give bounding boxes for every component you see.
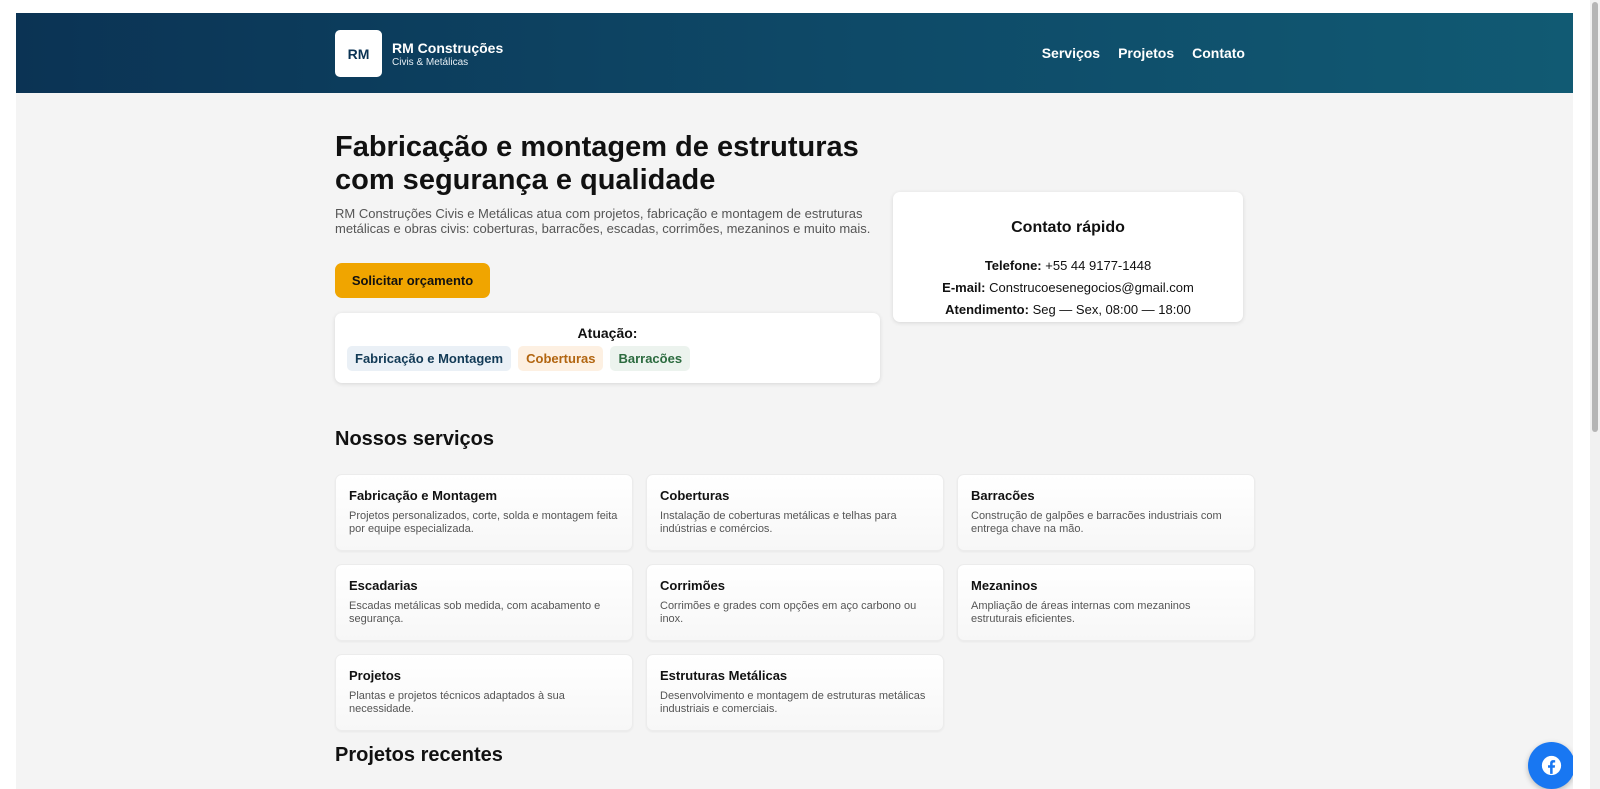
logo[interactable]: RM (335, 30, 382, 77)
contact-phone-value[interactable]: +55 44 9177-1448 (1045, 258, 1151, 273)
hero-title: Fabricação e montagem de estruturas com … (335, 131, 895, 197)
service-card-desc: Instalação de coberturas metálicas e tel… (660, 510, 897, 535)
service-card-desc: Desenvolvimento e montagem de estruturas… (660, 690, 926, 715)
service-card-title: Barracões (971, 488, 1035, 503)
hero-title-line-1: Fabricação e montagem de estruturas (335, 131, 859, 163)
contact-email-value[interactable]: Construcoesenegocios@gmail.com (989, 280, 1194, 295)
service-card: Fabricação e Montagem Projetos personali… (335, 474, 633, 551)
service-card: Corrimões Corrimões e grades com opções … (646, 564, 944, 641)
atuacao-card: Atuação: Fabricação e Montagem Cobertura… (335, 313, 880, 383)
service-card-desc: Escadas metálicas sob medida, com acabam… (349, 600, 601, 625)
contact-hours-label: Atendimento: (945, 302, 1029, 317)
projects-title: Projetos recentes (335, 744, 503, 766)
hero-title-line-2: com segurança e qualidade (335, 164, 716, 196)
service-card: Escadarias Escadas metálicas sob medida,… (335, 564, 633, 641)
service-card-title: Mezaninos (971, 578, 1038, 593)
service-card: Coberturas Instalação de coberturas metá… (646, 474, 944, 551)
service-card-desc: Ampliação de áreas internas com mezanino… (971, 600, 1191, 625)
service-card-title: Escadarias (349, 578, 418, 593)
service-card: Mezaninos Ampliação de áreas internas co… (957, 564, 1255, 641)
nav-link-servicos[interactable]: Serviços (1042, 45, 1100, 61)
brand-tagline: Civis & Metálicas (392, 57, 469, 68)
tag-fabricacao: Fabricação e Montagem (347, 346, 512, 371)
contact-phone: Telefone: +55 44 9177-1448 (893, 258, 1243, 273)
scrollbar-thumb[interactable] (1592, 2, 1598, 432)
contact-hours-value: Seg — Sex, 08:00 — 18:00 (1032, 302, 1191, 317)
service-card: Barracões Construção de galpões e barrac… (957, 474, 1255, 551)
service-card-desc: Projetos personalizados, corte, solda e … (349, 510, 618, 535)
brand-name: RM Construções (392, 40, 504, 56)
quick-contact-title: Contato rápido (1011, 219, 1125, 236)
contact-hours: Atendimento: Seg — Sex, 08:00 — 18:00 (893, 302, 1243, 317)
quick-contact-card: Contato rápido Telefone: +55 44 9177-144… (893, 192, 1243, 322)
service-card-title: Coberturas (660, 488, 730, 503)
nav-link-contato[interactable]: Contato (1192, 45, 1245, 61)
service-card-title: Corrimões (660, 578, 726, 593)
atuacao-title: Atuação: (577, 325, 638, 341)
contact-email: E-mail: Construcoesenegocios@gmail.com (893, 280, 1243, 295)
nav-link-projetos[interactable]: Projetos (1118, 45, 1174, 61)
atuacao-tags: Fabricação e Montagem Coberturas Barracõ… (347, 346, 691, 371)
service-card-desc: Construção de galpões e barracões indust… (971, 510, 1222, 535)
service-card-title: Estruturas Metálicas (660, 668, 788, 683)
scrollbar[interactable] (1590, 0, 1600, 789)
request-quote-button[interactable]: Solicitar orçamento (335, 263, 490, 298)
services-title: Nossos serviços (335, 428, 494, 450)
site-header: RM RM Construções Civis & Metálicas Serv… (16, 13, 1573, 93)
tag-coberturas: Coberturas (518, 346, 604, 371)
page: RM RM Construções Civis & Metálicas Serv… (16, 13, 1573, 789)
service-card: Estruturas Metálicas Desenvolvimento e m… (646, 654, 944, 731)
service-card-title: Fabricação e Montagem (349, 488, 498, 503)
facebook-button[interactable] (1528, 742, 1573, 789)
hero-description: RM Construções Civis e Metálicas atua co… (335, 206, 871, 236)
tag-barracoes: Barracões (610, 346, 691, 371)
facebook-icon (1541, 755, 1562, 776)
contact-phone-label: Telefone: (984, 258, 1042, 273)
service-card-desc: Corrimões e grades com opções em aço car… (660, 600, 917, 625)
service-card-title: Projetos (349, 668, 402, 683)
service-card-desc: Plantas e projetos técnicos adaptados à … (349, 690, 565, 715)
contact-email-label: E-mail: (942, 280, 986, 295)
main-nav: Serviços Projetos Contato (1042, 45, 1245, 61)
service-card: Projetos Plantas e projetos técnicos ada… (335, 654, 633, 731)
